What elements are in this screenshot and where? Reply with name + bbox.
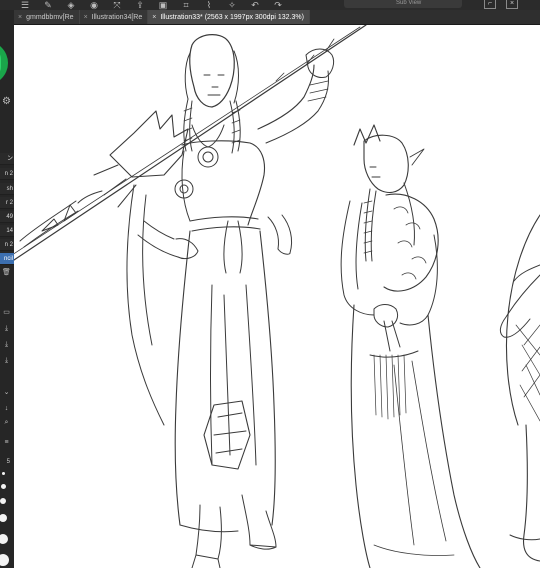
eye-icon[interactable]: ◉ [87,0,101,10]
document-tab-bar: × gmmdbbmv[Re × Illustration34[Re × Illu… [14,10,540,25]
transform-icon[interactable]: ⤧ [110,0,124,10]
window-controls: ⌐ × [484,0,518,9]
layer-item[interactable]: r 2 [0,197,14,209]
brush-icon[interactable]: ⌇ [202,0,216,10]
tab-document-1[interactable]: × gmmdbbmv[Re [14,10,80,24]
drawing-canvas[interactable] [14,25,540,568]
magic-wand-icon[interactable]: ✧ [225,0,239,10]
trash-icon[interactable]: 🗑 [1,268,12,278]
sub-view-field[interactable]: Sub View [344,0,462,8]
layer-label: 49 [6,214,13,220]
brush-size-dot[interactable] [0,514,7,522]
close-icon[interactable]: × [506,0,518,9]
sub-view-label: Sub View [396,0,422,6]
zoom-icon[interactable]: ⌕ [1,418,12,428]
arrow-down-icon[interactable]: ↓ [1,404,12,414]
export-icon[interactable]: ⇪ [133,0,147,10]
layer-icon[interactable]: ◈ [64,0,78,10]
layer-label: 14 [6,228,13,234]
folder-icon[interactable]: ▣ [156,0,170,10]
layer-item[interactable]: n 2 [0,168,14,180]
layer-item[interactable]: ン [0,153,14,165]
undo-icon[interactable]: ↶ [248,0,262,10]
menu-icon[interactable]: ☰ [18,0,32,10]
layer-label: n 2 [4,171,13,177]
folder-icon[interactable]: ▭ [1,308,12,318]
brush-size-dot[interactable] [0,554,9,566]
left-panel: ⚙ ン n 2 sh r 2 49 14 n 2 ncil 🗑 ▭ ⤓ ⤓ ⤓ … [0,10,14,568]
archer-figure [499,214,540,562]
menu-icon[interactable]: ≡ [1,438,12,448]
layer-item[interactable]: n 2 [0,239,14,251]
pen-icon[interactable]: ✎ [41,0,55,10]
brush-size-dot[interactable] [0,534,8,544]
minimize-icon[interactable]: ⌐ [484,0,496,9]
close-icon[interactable]: × [18,14,22,21]
layer-label: n 2 [4,242,13,248]
layer-item[interactable]: sh [0,183,14,195]
layer-label: ncil [3,256,13,262]
clip-studio-window: ☰ ✎ ◈ ◉ ⤧ ⇪ ▣ ⌗ ⌇ ✧ ↶ ↷ Sub View ⌐ × ⚙ ン… [0,0,540,568]
brush-size-dot[interactable] [0,498,6,504]
redo-icon[interactable]: ↷ [271,0,285,10]
tab-document-active[interactable]: × Illustration33* (2563 x 1997px 300dpi … [148,10,310,24]
layer-label: ン [6,156,13,162]
layer-item[interactable]: 14 [0,225,14,237]
brush-size-label: 5 [6,459,10,465]
brush-size-dot[interactable] [1,484,6,489]
elf-figure [340,124,481,568]
sketch-artwork [14,25,540,568]
gear-icon[interactable]: ⚙ [1,96,12,107]
brush-size-dot[interactable] [2,472,5,475]
tab-label: gmmdbbmv[Re [26,13,74,21]
crop-icon[interactable]: ⌗ [179,0,193,10]
tab-label: Illustration33* (2563 x 1997px 300dpi 13… [160,13,304,21]
layer-label: sh [6,186,13,192]
chevron-down-icon[interactable]: ⌄ [1,388,12,398]
download-icon[interactable]: ⤓ [1,340,12,350]
close-icon[interactable]: × [152,14,156,21]
close-icon[interactable]: × [84,14,88,21]
layer-item-selected[interactable]: ncil [0,253,14,265]
layer-label: r 2 [5,200,13,206]
top-toolbar: ☰ ✎ ◈ ◉ ⤧ ⇪ ▣ ⌗ ⌇ ✧ ↶ ↷ Sub View ⌐ × [0,0,540,10]
warrior-figure [14,25,367,568]
download-icon[interactable]: ⤓ [1,324,12,334]
color-wheel[interactable] [0,41,8,85]
tab-document-2[interactable]: × Illustration34[Re [79,10,149,24]
layer-item[interactable]: 49 [0,211,14,223]
tab-label: Illustration34[Re [91,13,143,21]
download-icon[interactable]: ⤓ [1,356,12,366]
